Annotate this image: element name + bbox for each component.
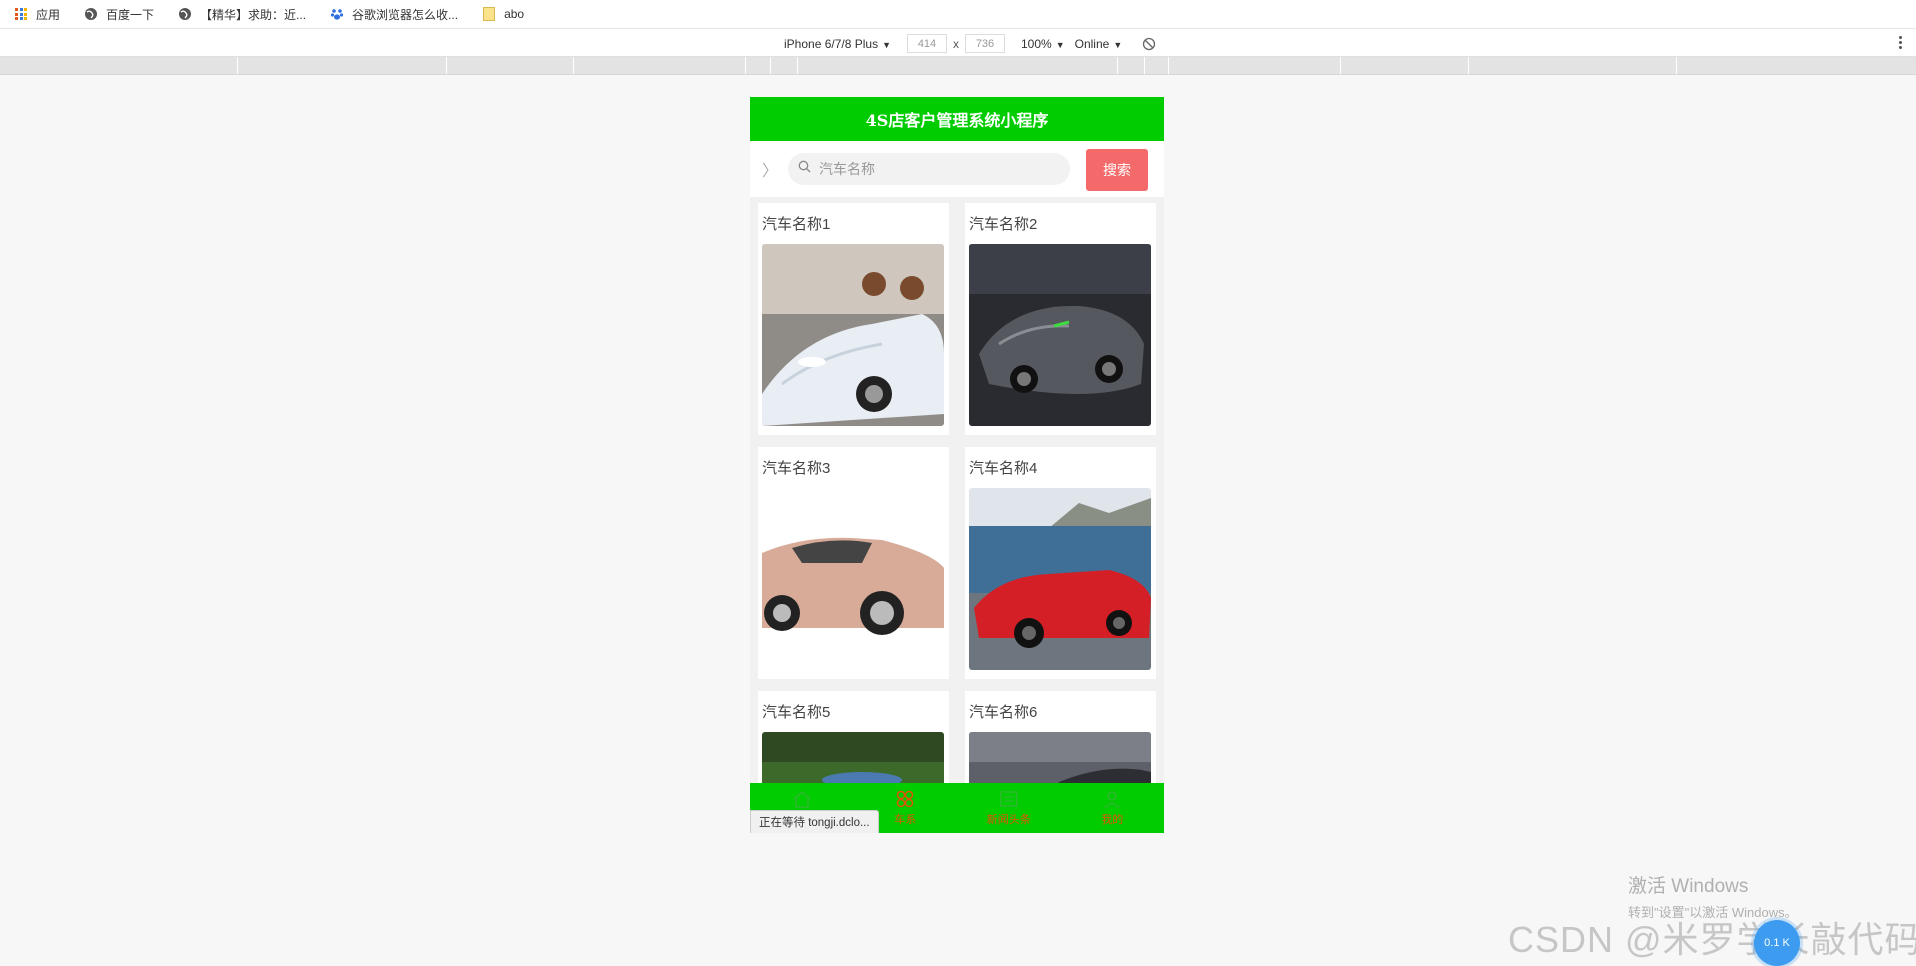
- car-card[interactable]: 汽车名称1: [758, 203, 949, 435]
- user-icon: [1101, 789, 1123, 809]
- category-icon: [894, 789, 916, 809]
- csdn-watermark: CSDN @米罗学长敲代码: [1508, 919, 1916, 960]
- viewport-width-input[interactable]: 414: [907, 34, 947, 53]
- bookmark-apps[interactable]: 应用: [14, 6, 60, 23]
- bookmark-label: 百度一下: [106, 7, 155, 22]
- bookmark-baidu[interactable]: 百度一下: [84, 6, 154, 23]
- caret-down-icon: ▼: [1113, 39, 1123, 50]
- tab-label: 新闻头条: [986, 814, 1031, 826]
- tab-label: 我的: [1101, 814, 1124, 826]
- bookmarks-bar: 应用 百度一下 【精华】求助：近... 谷歌浏览器怎么收... abo: [0, 0, 1916, 29]
- tab-profile[interactable]: 我的: [1061, 783, 1165, 833]
- tab-label: 车系: [894, 814, 917, 826]
- rotate-icon[interactable]: [1142, 37, 1156, 51]
- activation-title: 激活 Windows: [1628, 876, 1749, 897]
- car-name: 汽车名称1: [762, 216, 831, 233]
- car-name: 汽车名称2: [969, 216, 1038, 233]
- more-options-icon[interactable]: [1899, 36, 1902, 51]
- caret-down-icon: ▼: [882, 39, 891, 50]
- chevron-right-icon[interactable]: 〉: [762, 157, 778, 181]
- globe-icon: [84, 7, 98, 21]
- speed-bubble[interactable]: 0.1 K: [1754, 920, 1800, 966]
- bookmark-forum[interactable]: 【精华】求助：近...: [178, 6, 306, 23]
- bookmark-label: 【精华】求助：近...: [200, 7, 307, 22]
- car-card[interactable]: 汽车名称2: [965, 203, 1156, 435]
- bookmark-label: 谷歌浏览器怎么收...: [352, 7, 459, 22]
- globe-icon: [178, 7, 192, 21]
- baidu-paw-icon: [330, 7, 344, 21]
- loading-status: 正在等待 tongji.dclo...: [750, 810, 879, 833]
- car-name: 汽车名称5: [762, 704, 831, 721]
- car-card[interactable]: 汽车名称3: [758, 447, 949, 679]
- network-select[interactable]: Online ▼: [1075, 37, 1123, 51]
- search-icon: [798, 160, 811, 178]
- bookmark-label: abo: [504, 7, 525, 21]
- phone-viewport: 4S店客户管理系统小程序 〉 搜索 汽车名称1: [750, 97, 1164, 833]
- apps-grid-icon: [14, 7, 28, 21]
- car-photo[interactable]: [762, 488, 944, 670]
- search-bar: 〉 搜索: [750, 141, 1164, 197]
- news-icon: [998, 789, 1020, 809]
- zoom-select[interactable]: 100% ▼: [1021, 37, 1065, 51]
- viewport-height-input[interactable]: 736: [965, 34, 1005, 53]
- folder-icon: [482, 7, 496, 21]
- car-name: 汽车名称6: [969, 704, 1038, 721]
- search-input[interactable]: [817, 160, 1041, 178]
- media-query-ruler: [0, 57, 1916, 75]
- app-title: 4S店客户管理系统小程序: [750, 97, 1164, 141]
- dimension-separator: x: [953, 36, 959, 51]
- search-button[interactable]: 搜索: [1086, 149, 1148, 191]
- search-field[interactable]: [788, 153, 1070, 185]
- car-card[interactable]: 汽车名称4: [965, 447, 1156, 679]
- car-photo[interactable]: [762, 244, 944, 426]
- car-photo[interactable]: [969, 488, 1151, 670]
- bookmark-label: 应用: [36, 7, 61, 22]
- tab-news[interactable]: 新闻头条: [957, 783, 1061, 833]
- car-photo[interactable]: [969, 244, 1151, 426]
- car-name: 汽车名称4: [969, 460, 1038, 477]
- bookmark-abo[interactable]: abo: [482, 7, 524, 21]
- car-name: 汽车名称3: [762, 460, 831, 477]
- caret-down-icon: ▼: [1055, 39, 1065, 50]
- car-grid: 汽车名称1 汽车名称2 汽车名称3 汽车名称4 汽车名称5 汽车名称6: [750, 197, 1164, 833]
- device-select[interactable]: iPhone 6/7/8 Plus ▼: [784, 37, 891, 51]
- device-toolbar: iPhone 6/7/8 Plus ▼ 414 x 736 100% ▼ Onlin…: [0, 29, 1916, 57]
- bookmark-chrome-question[interactable]: 谷歌浏览器怎么收...: [330, 6, 458, 23]
- home-icon: [791, 789, 813, 809]
